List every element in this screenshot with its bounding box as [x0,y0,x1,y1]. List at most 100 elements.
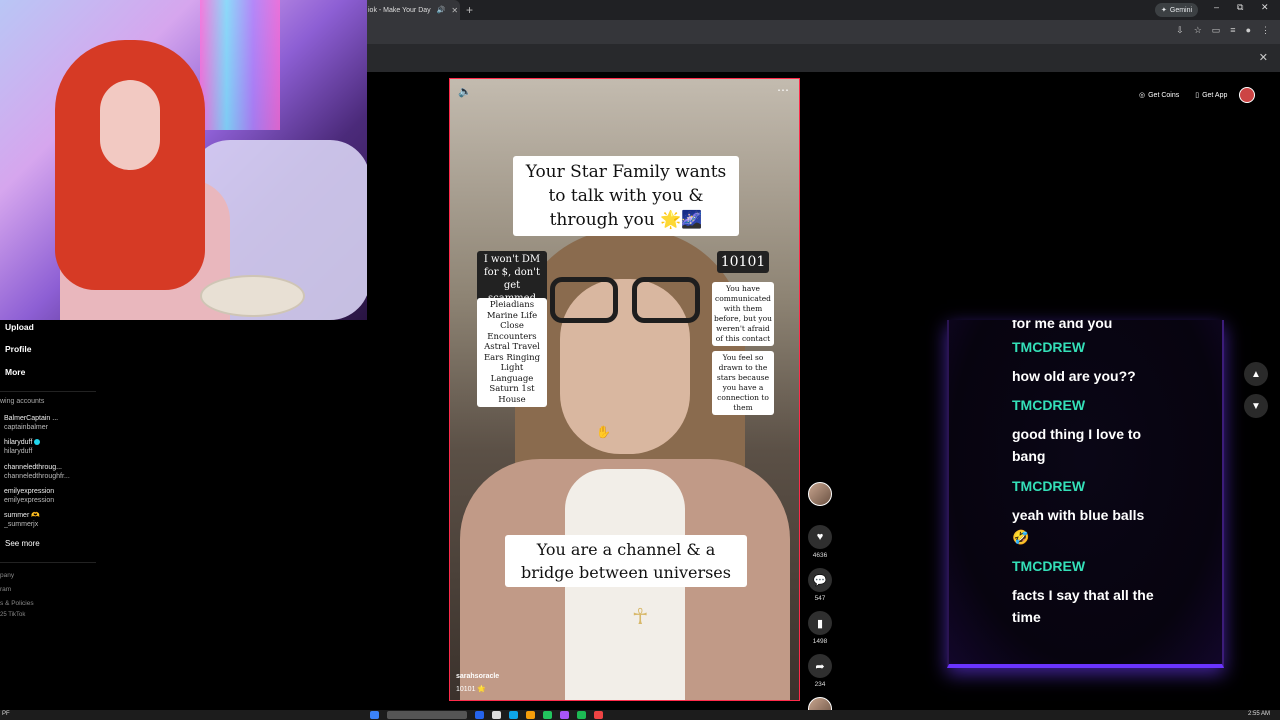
topic-item: Pleiadians [489,300,535,310]
account-handle: channeledthroughfr... [4,473,70,480]
taskbar-search-box[interactable] [387,711,467,719]
more-options-icon[interactable]: ⋯ [777,83,789,97]
following-accounts-label: wing accounts [0,398,45,405]
comment-button[interactable]: 💬 [808,568,832,592]
get-app-label: Get App [1202,91,1228,99]
like-count: 4636 [812,552,828,559]
save-button[interactable]: ▮ [808,611,832,635]
verified-badge-icon [34,439,41,446]
streamer-face [100,80,160,170]
account-handle: emilyexpression [4,497,55,504]
see-more-link[interactable]: See more [5,539,40,548]
folder-icon[interactable] [526,711,535,719]
app-icon[interactable] [475,711,484,719]
chat-message: how old are you?? [1012,368,1136,384]
contact-caption: You have communicated with them before, … [712,282,774,346]
footer-company-link[interactable]: pany [0,572,14,579]
get-coins-label: Get Coins [1148,91,1180,99]
account-name: emilyexpression [4,488,55,495]
volume-icon[interactable]: 🔈 [458,85,472,98]
comment-icon: 💬 [813,574,827,587]
chat-message: yeah with blue balls 🤣 [1012,507,1145,545]
comment-count: 547 [814,595,826,602]
led-lights [200,0,280,130]
account-name: summer 🫶 [4,512,40,519]
install-icon[interactable]: ⇩ [1176,25,1184,36]
chat-message: facts I say that all the time [1012,587,1154,625]
account-item[interactable]: channeledthroug... channeledthroughfr... [4,463,94,481]
browser-tab[interactable]: iok - Make Your Day 🔊 ✕ [360,0,460,20]
mouse-cursor-icon: ✋ [596,425,611,439]
app-icon[interactable] [543,711,552,719]
infobar-close-icon[interactable]: ✕ [1259,51,1268,64]
account-item[interactable]: summer 🫶 _summerjx [4,511,94,529]
next-video-button[interactable]: ▼ [1244,394,1268,418]
get-coins-button[interactable]: ◎ Get Coins [1135,87,1183,103]
menu-icon[interactable]: ⋮ [1261,25,1270,36]
sparkle-icon: ✦ [1161,7,1167,14]
chat-message: good thing I love to bang [1012,426,1142,464]
nav-profile[interactable]: Profile [5,344,31,354]
close-window-button[interactable]: ✕ [1261,2,1269,13]
spotify-icon[interactable] [577,711,586,719]
chevron-down-icon: ▼ [1251,400,1261,412]
video-glasses [550,277,700,325]
creator-avatar[interactable] [808,482,832,506]
topic-item: Marine Life [486,310,538,321]
gemini-button[interactable]: ✦ Gemini [1155,3,1199,17]
toolbar-icons: ⇩ ☆ ▭ ≡ ● ⋮ [1176,25,1270,36]
chat-message-cut: for me and you [1012,320,1113,331]
topic-item: Astral Travel [484,342,540,352]
topic-item: Close Encounters [487,321,537,342]
number-caption: 10101 [717,251,769,273]
bookmark-star-icon[interactable]: ☆ [1194,25,1202,36]
previous-video-button[interactable]: ▲ [1244,362,1268,386]
chat-username: TMCDREW [1012,478,1086,494]
footer-program-link[interactable]: ram [0,586,11,593]
app-icon[interactable] [594,711,603,719]
account-item[interactable]: BalmerCaptain ... captainbalmer [4,414,94,432]
tab-title: iok - Make Your Day [368,6,431,14]
video-title-caption: Your Star Family wants to talk with you … [513,156,739,236]
minimize-button[interactable]: – [1214,2,1219,12]
heart-icon: ♥ [816,531,824,543]
share-arrow-icon: ➦ [815,660,825,673]
footer-policies-link[interactable]: s & Policies [0,600,34,607]
restore-button[interactable]: ⧉ [1237,2,1243,13]
sidebar-divider [0,562,96,563]
user-avatar[interactable] [1239,87,1256,103]
profile-icon[interactable]: ● [1246,25,1251,36]
video-player[interactable]: ☥ 🔈 ⋯ Your Star Family wants to talk wit… [449,78,800,701]
chevron-up-icon: ▲ [1251,368,1261,380]
app-icon[interactable] [560,711,569,719]
footer-copyright: 25 TikTok [0,612,26,618]
account-item[interactable]: emilyexpression emilyexpression [4,487,94,505]
taskbar-clock: 2:55 AM [1247,711,1270,717]
app-icon[interactable] [509,711,518,719]
account-name: BalmerCaptain ... [4,415,59,422]
windows-taskbar: PF 2:55 AM [0,710,1280,720]
tab-close-icon[interactable]: ✕ [451,6,458,15]
stream-chat-overlay: for me and you TMCDREW how old are you??… [947,320,1224,668]
video-author[interactable]: sarahsoracle [456,673,499,680]
bookmark-icon: ▮ [816,617,824,630]
account-item[interactable]: hilaryduff hilaryduff [4,438,94,456]
windows-start-icon[interactable] [370,711,379,719]
media-icon[interactable]: ≡ [1230,25,1235,36]
account-handle: hilaryduff [4,448,33,455]
account-name: hilaryduff [4,439,33,446]
like-button[interactable]: ♥ [808,525,832,549]
nav-more[interactable]: More [5,367,25,377]
action-rail: ♥ 4636 💬 547 ▮ 1498 ➦ 234 [806,482,834,720]
gemini-label: Gemini [1169,6,1193,14]
share-button[interactable]: ➦ [808,654,832,678]
app-icon[interactable] [492,711,501,719]
chat-username: TMCDREW [1012,339,1086,355]
tab-audio-icon[interactable]: 🔊 [437,6,446,14]
new-tab-button[interactable]: + [466,3,473,17]
sidepanel-icon[interactable]: ▭ [1212,25,1221,36]
nav-upload[interactable]: Upload [5,322,34,332]
account-name: channeledthroug... [4,464,62,471]
get-app-button[interactable]: ▯ Get App [1191,87,1231,103]
